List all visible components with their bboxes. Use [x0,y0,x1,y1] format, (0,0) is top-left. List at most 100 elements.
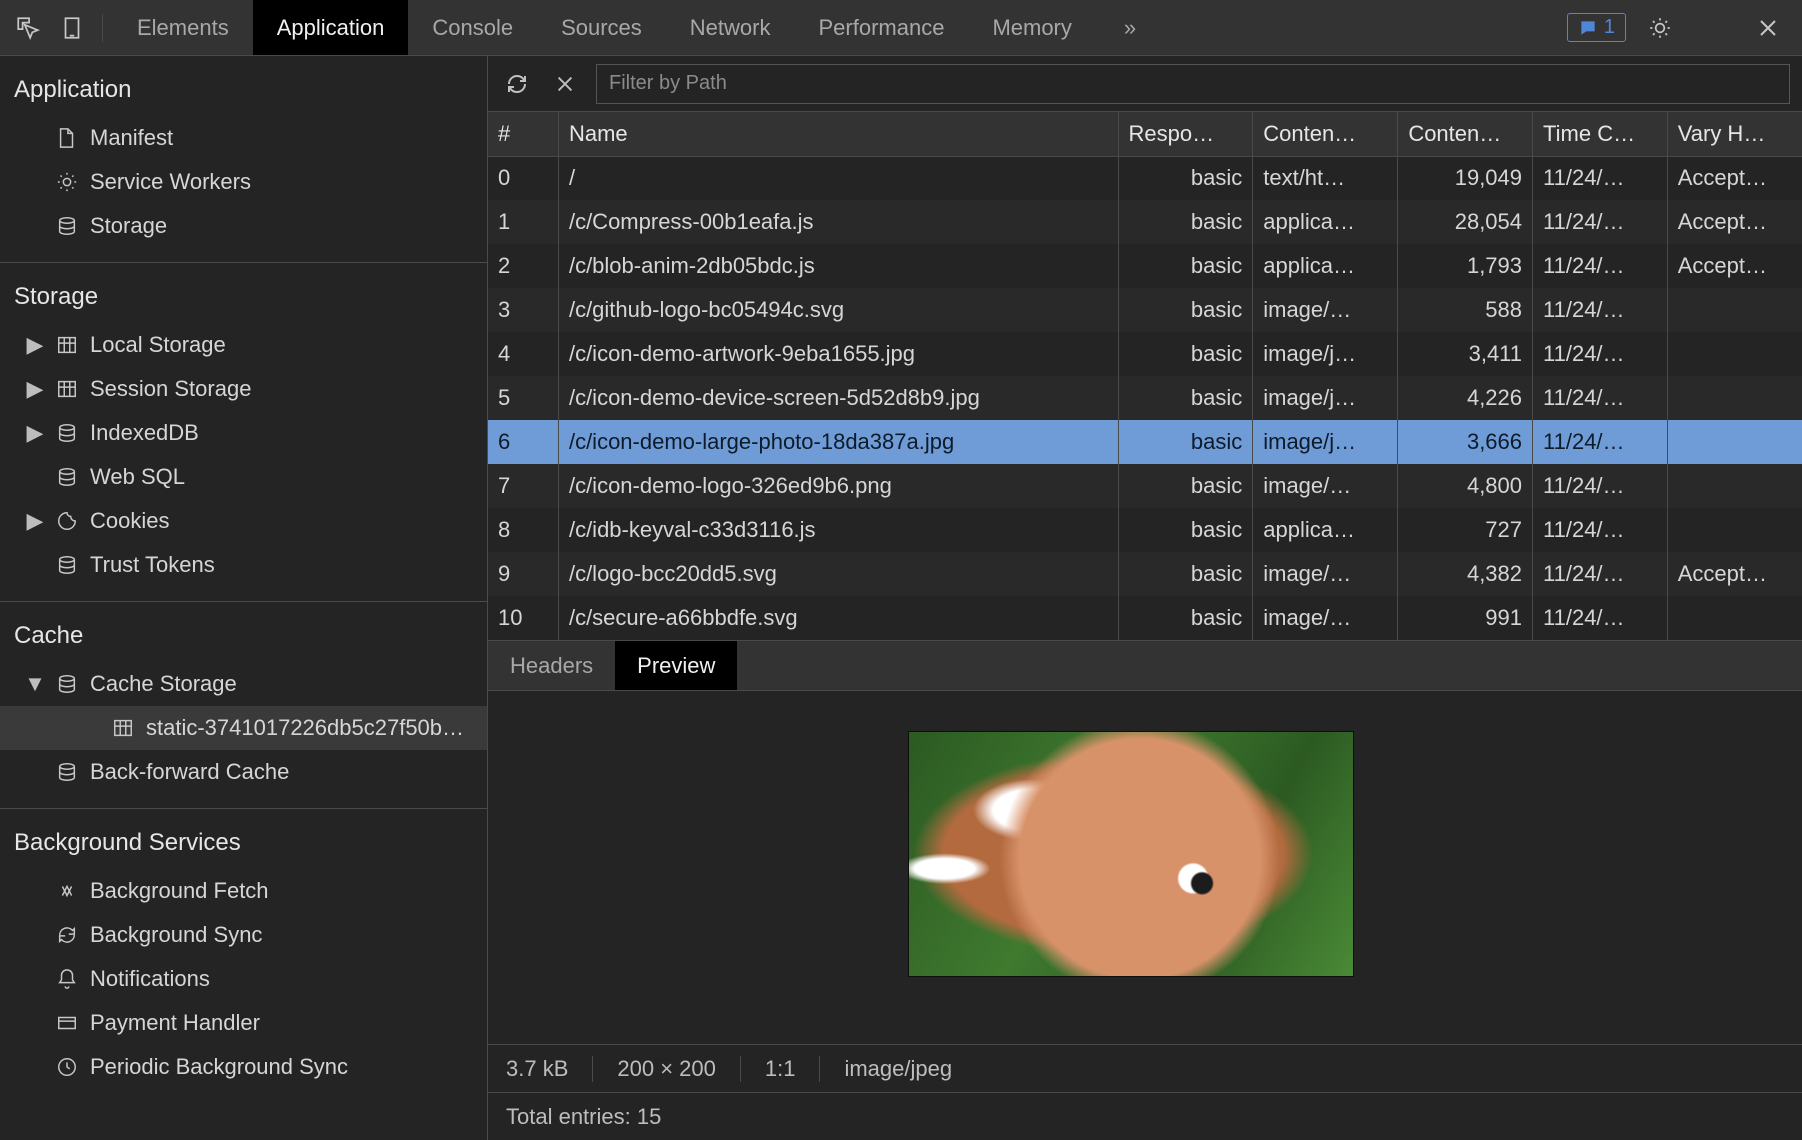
cell-time-cached: 11/24/… [1533,200,1668,244]
reload-icon[interactable] [500,67,534,101]
cell-vary-header [1667,508,1802,552]
cell-index: 1 [488,200,558,244]
table-row[interactable]: 0/basictext/ht…19,04911/24/…Accept… [488,156,1802,200]
sidebar-item-label: Storage [90,213,167,239]
cell-time-cached: 11/24/… [1533,596,1668,640]
storage-icon [54,761,80,783]
panel-tab-memory[interactable]: Memory [968,0,1095,55]
card-icon [54,1012,80,1034]
cache-storage-panel: #NameRespo…Conten…Conten…Time C…Vary H… … [488,56,1802,1140]
cell-time-cached: 11/24/… [1533,420,1668,464]
cell-content-type: image/… [1253,464,1398,508]
sidebar-item-label: Web SQL [90,464,185,490]
preview-mime: image/jpeg [820,1056,976,1082]
cell-content-type: text/ht… [1253,156,1398,200]
table-row[interactable]: 6/c/icon-demo-large-photo-18da387a.jpgba… [488,420,1802,464]
cell-vary-header: Accept… [1667,244,1802,288]
settings-icon[interactable] [1640,8,1680,48]
sidebar-item-manifest[interactable]: Manifest [0,116,487,160]
sidebar-item-trust-tokens[interactable]: Trust Tokens [0,543,487,587]
panel-tab-performance[interactable]: Performance [794,0,968,55]
inspect-icon[interactable] [8,8,48,48]
column-header[interactable]: Name [558,112,1118,156]
panel-tab-sources[interactable]: Sources [537,0,666,55]
fetch-icon [54,880,80,902]
more-tabs[interactable]: » [1100,15,1160,41]
cell-time-cached: 11/24/… [1533,244,1668,288]
sync-icon [54,924,80,946]
sidebar-item-notifications[interactable]: Notifications [0,957,487,1001]
table-row[interactable]: 1/c/Compress-00b1eafa.jsbasicapplica…28,… [488,200,1802,244]
cell-name: /c/icon-demo-large-photo-18da387a.jpg [558,420,1118,464]
expand-arrow-icon[interactable]: ▶ [26,376,44,402]
filter-by-path-input[interactable] [596,64,1790,104]
table-row[interactable]: 3/c/github-logo-bc05494c.svgbasicimage/…… [488,288,1802,332]
cell-vary-header [1667,332,1802,376]
column-header[interactable]: # [488,112,558,156]
column-header[interactable]: Time C… [1533,112,1668,156]
sidebar-item-static-3741017226db5c27f50b[interactable]: static-3741017226db5c27f50b… [0,706,487,750]
detail-tab-preview[interactable]: Preview [615,641,737,690]
column-header[interactable]: Vary H… [1667,112,1802,156]
sidebar-item-storage[interactable]: Storage [0,204,487,248]
device-toggle-icon[interactable] [52,8,92,48]
column-header[interactable]: Conten… [1398,112,1533,156]
table-row[interactable]: 9/c/logo-bcc20dd5.svgbasicimage/…4,38211… [488,552,1802,596]
tabbar-actions: 1 [1567,8,1794,48]
preview-statusbar: 3.7 kB 200 × 200 1:1 image/jpeg [488,1044,1802,1092]
cell-vary-header: Accept… [1667,156,1802,200]
sidebar-item-cookies[interactable]: ▶Cookies [0,499,487,543]
sidebar-item-back-forward-cache[interactable]: Back-forward Cache [0,750,487,794]
cell-time-cached: 11/24/… [1533,464,1668,508]
panel-tab-application[interactable]: Application [253,0,409,55]
sidebar-item-local-storage[interactable]: ▶ Local Storage [0,323,487,367]
expand-arrow-icon[interactable]: ▶ [26,420,44,446]
detail-tab-headers[interactable]: Headers [488,641,615,690]
cell-content-length: 19,049 [1398,156,1533,200]
clock-icon [54,1056,80,1078]
cell-name: /c/blob-anim-2db05bdc.js [558,244,1118,288]
cell-name: /c/secure-a66bbdfe.svg [558,596,1118,640]
sidebar-item-background-sync[interactable]: Background Sync [0,913,487,957]
kebab-menu-icon[interactable] [1694,8,1734,48]
cell-index: 3 [488,288,558,332]
cell-content-type: applica… [1253,244,1398,288]
column-header[interactable]: Conten… [1253,112,1398,156]
cell-content-length: 4,226 [1398,376,1533,420]
sidebar-item-payment-handler[interactable]: Payment Handler [0,1001,487,1045]
panel-tab-network[interactable]: Network [666,0,795,55]
messages-badge[interactable]: 1 [1567,13,1626,42]
sidebar-item-service-workers[interactable]: Service Workers [0,160,487,204]
cell-index: 10 [488,596,558,640]
section-title: Cache [0,612,487,662]
sidebar-item-label: Background Fetch [90,878,269,904]
expand-arrow-icon[interactable]: ▼ [26,671,44,697]
table-row[interactable]: 7/c/icon-demo-logo-326ed9b6.pngbasicimag… [488,464,1802,508]
sidebar-item-background-fetch[interactable]: Background Fetch [0,869,487,913]
sidebar-item-indexeddb[interactable]: ▶IndexedDB [0,411,487,455]
sidebar-item-periodic-background-sync[interactable]: Periodic Background Sync [0,1045,487,1089]
clear-icon[interactable] [548,67,582,101]
expand-arrow-icon[interactable]: ▶ [26,508,44,534]
panel-tab-console[interactable]: Console [408,0,537,55]
table-row[interactable]: 8/c/idb-keyval-c33d3116.jsbasicapplica…7… [488,508,1802,552]
cell-content-type: image/… [1253,552,1398,596]
cell-response: basic [1118,332,1253,376]
table-row[interactable]: 10/c/secure-a66bbdfe.svgbasicimage/…9911… [488,596,1802,640]
cell-index: 8 [488,508,558,552]
sidebar-item-label: Back-forward Cache [90,759,289,785]
table-row[interactable]: 4/c/icon-demo-artwork-9eba1655.jpgbasici… [488,332,1802,376]
column-header[interactable]: Respo… [1118,112,1253,156]
close-devtools-icon[interactable] [1748,8,1788,48]
expand-arrow-icon[interactable]: ▶ [26,332,44,358]
table-row[interactable]: 2/c/blob-anim-2db05bdc.jsbasicapplica…1,… [488,244,1802,288]
sidebar-item-web-sql[interactable]: Web SQL [0,455,487,499]
sidebar-item-session-storage[interactable]: ▶Session Storage [0,367,487,411]
cell-content-type: image/j… [1253,420,1398,464]
cache-entries-table: #NameRespo…Conten…Conten…Time C…Vary H… … [488,112,1802,641]
panel-tab-elements[interactable]: Elements [113,0,253,55]
cell-vary-header [1667,420,1802,464]
sidebar-item-label: Local Storage [90,332,226,358]
sidebar-item-cache-storage[interactable]: ▼Cache Storage [0,662,487,706]
table-row[interactable]: 5/c/icon-demo-device-screen-5d52d8b9.jpg… [488,376,1802,420]
